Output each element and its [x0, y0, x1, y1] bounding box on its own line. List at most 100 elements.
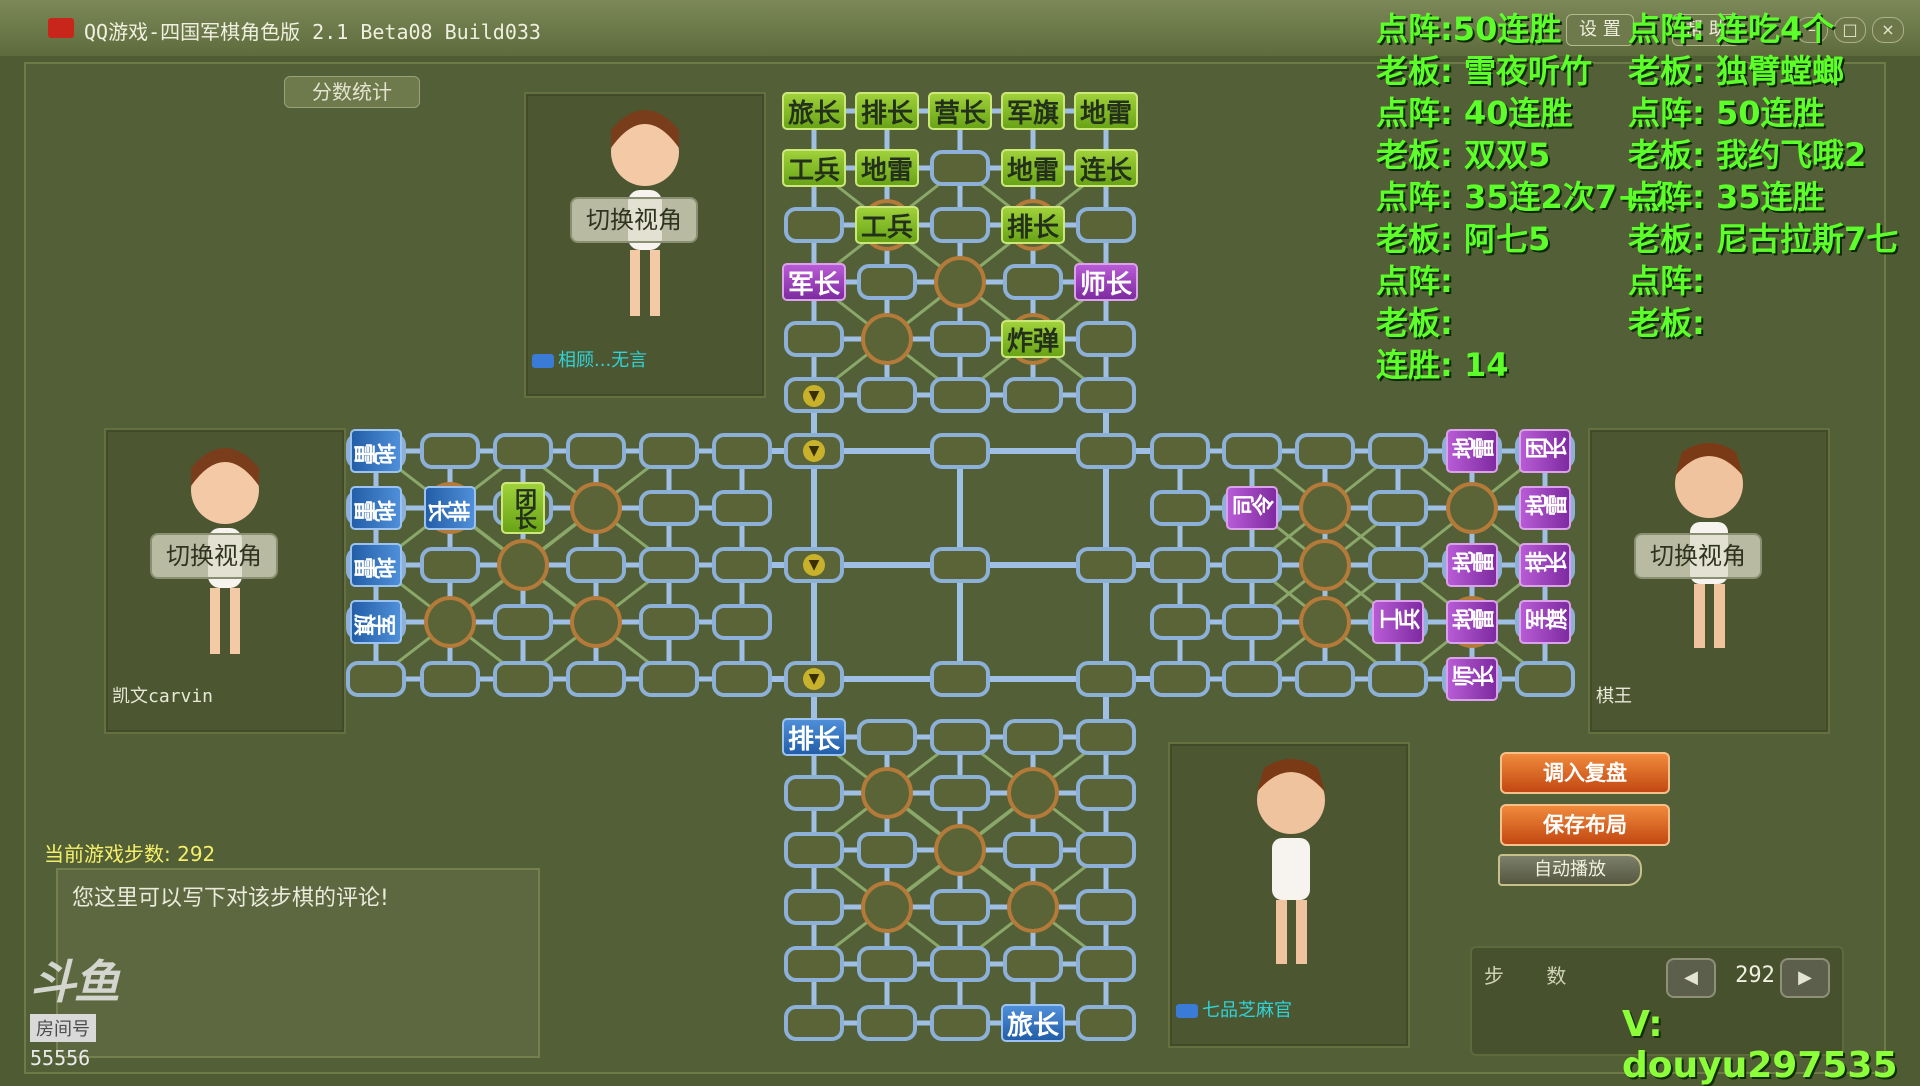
- board-slot[interactable]: [1295, 433, 1355, 469]
- board-slot[interactable]: [493, 604, 553, 640]
- game-piece[interactable]: 旅长: [782, 92, 846, 130]
- board-slot[interactable]: [1076, 377, 1136, 413]
- board-slot[interactable]: [930, 1005, 990, 1041]
- game-piece[interactable]: 连长: [1074, 149, 1138, 187]
- camp-slot[interactable]: [1007, 767, 1059, 819]
- prev-step-icon[interactable]: ◀: [1666, 958, 1716, 998]
- board-slot[interactable]: [930, 207, 990, 243]
- camp-slot[interactable]: [934, 824, 986, 876]
- camp-slot[interactable]: [1299, 596, 1351, 648]
- board-slot[interactable]: [930, 946, 990, 982]
- game-piece[interactable]: 炸弹: [1001, 320, 1065, 358]
- board-slot[interactable]: [1003, 264, 1063, 300]
- game-piece[interactable]: 地雷: [1446, 429, 1498, 473]
- camp-slot[interactable]: [424, 596, 476, 648]
- board-slot[interactable]: [1003, 946, 1063, 982]
- board-slot[interactable]: [639, 490, 699, 526]
- board-slot[interactable]: [857, 832, 917, 868]
- camp-slot[interactable]: [1299, 482, 1351, 534]
- game-piece[interactable]: 地雷: [855, 149, 919, 187]
- game-piece[interactable]: 排长: [1001, 206, 1065, 244]
- board-slot[interactable]: [712, 604, 772, 640]
- game-piece[interactable]: 排长: [855, 92, 919, 130]
- board-slot[interactable]: [1150, 547, 1210, 583]
- game-piece[interactable]: 地雷: [1074, 92, 1138, 130]
- camp-slot[interactable]: [1299, 539, 1351, 591]
- board-slot[interactable]: [1368, 661, 1428, 697]
- board-slot[interactable]: [1076, 433, 1136, 469]
- board-slot[interactable]: [1222, 661, 1282, 697]
- board-slot[interactable]: [930, 321, 990, 357]
- game-piece[interactable]: 军长: [782, 263, 846, 301]
- game-piece[interactable]: 排长: [782, 718, 846, 756]
- board-slot[interactable]: [1076, 946, 1136, 982]
- game-piece[interactable]: 团长: [1519, 429, 1571, 473]
- game-piece[interactable]: 工兵: [855, 206, 919, 244]
- game-piece[interactable]: 地雷: [1446, 600, 1498, 644]
- camp-slot[interactable]: [861, 767, 913, 819]
- board-slot[interactable]: [784, 946, 844, 982]
- game-piece[interactable]: 军旗: [350, 600, 402, 644]
- board-slot[interactable]: [1076, 832, 1136, 868]
- save-layout-button[interactable]: 保存布局: [1500, 804, 1670, 846]
- game-piece[interactable]: 军旗: [1519, 600, 1571, 644]
- board-slot[interactable]: [1076, 1005, 1136, 1041]
- board-slot[interactable]: [639, 604, 699, 640]
- board-slot[interactable]: [1076, 207, 1136, 243]
- game-piece[interactable]: 营长: [928, 92, 992, 130]
- board-slot[interactable]: [784, 889, 844, 925]
- game-piece[interactable]: 地雷: [1001, 149, 1065, 187]
- board-slot[interactable]: [566, 661, 626, 697]
- game-piece[interactable]: 地雷: [1446, 543, 1498, 587]
- board-slot[interactable]: [1003, 719, 1063, 755]
- board-slot[interactable]: [930, 547, 990, 583]
- board-slot[interactable]: [1076, 719, 1136, 755]
- board-slot[interactable]: [712, 547, 772, 583]
- board-slot[interactable]: [1368, 433, 1428, 469]
- board-slot[interactable]: [1150, 604, 1210, 640]
- camp-slot[interactable]: [934, 256, 986, 308]
- board-slot[interactable]: [930, 661, 990, 697]
- camp-slot[interactable]: [861, 313, 913, 365]
- board-slot[interactable]: [930, 775, 990, 811]
- camp-slot[interactable]: [570, 596, 622, 648]
- game-piece[interactable]: 地雷: [1519, 486, 1571, 530]
- board-slot[interactable]: [930, 889, 990, 925]
- board-slot[interactable]: [857, 1005, 917, 1041]
- camp-slot[interactable]: [497, 539, 549, 591]
- game-piece[interactable]: 旅长: [1001, 1004, 1065, 1042]
- board-slot[interactable]: [566, 433, 626, 469]
- camp-slot[interactable]: [1446, 482, 1498, 534]
- board-slot[interactable]: [1150, 661, 1210, 697]
- board-slot[interactable]: [566, 547, 626, 583]
- board-slot[interactable]: [857, 264, 917, 300]
- board-slot[interactable]: [1076, 889, 1136, 925]
- board-slot[interactable]: [639, 433, 699, 469]
- game-piece[interactable]: 工兵: [782, 149, 846, 187]
- camp-slot[interactable]: [861, 881, 913, 933]
- board-slot[interactable]: [712, 490, 772, 526]
- game-piece[interactable]: 师长: [1074, 263, 1138, 301]
- board-slot[interactable]: [1150, 490, 1210, 526]
- game-piece[interactable]: 地雷: [350, 486, 402, 530]
- game-piece[interactable]: 师长: [1446, 657, 1498, 701]
- autoplay-button[interactable]: 自动播放: [1498, 854, 1642, 886]
- game-piece[interactable]: 排长: [424, 486, 476, 530]
- board-slot[interactable]: [1076, 775, 1136, 811]
- board-slot[interactable]: [857, 719, 917, 755]
- board-slot[interactable]: [1295, 661, 1355, 697]
- board-slot[interactable]: [1003, 377, 1063, 413]
- board-slot[interactable]: [857, 377, 917, 413]
- board-slot[interactable]: [639, 661, 699, 697]
- game-piece[interactable]: 地雷: [350, 429, 402, 473]
- board-slot[interactable]: [1076, 321, 1136, 357]
- board-slot[interactable]: [1222, 604, 1282, 640]
- board-slot[interactable]: [1222, 433, 1282, 469]
- board-slot[interactable]: [493, 433, 553, 469]
- board-slot[interactable]: [1368, 490, 1428, 526]
- game-piece[interactable]: 排长: [1519, 543, 1571, 587]
- board-slot[interactable]: [712, 661, 772, 697]
- board-slot[interactable]: [420, 433, 480, 469]
- board-slot[interactable]: [1003, 832, 1063, 868]
- board-slot[interactable]: [712, 433, 772, 469]
